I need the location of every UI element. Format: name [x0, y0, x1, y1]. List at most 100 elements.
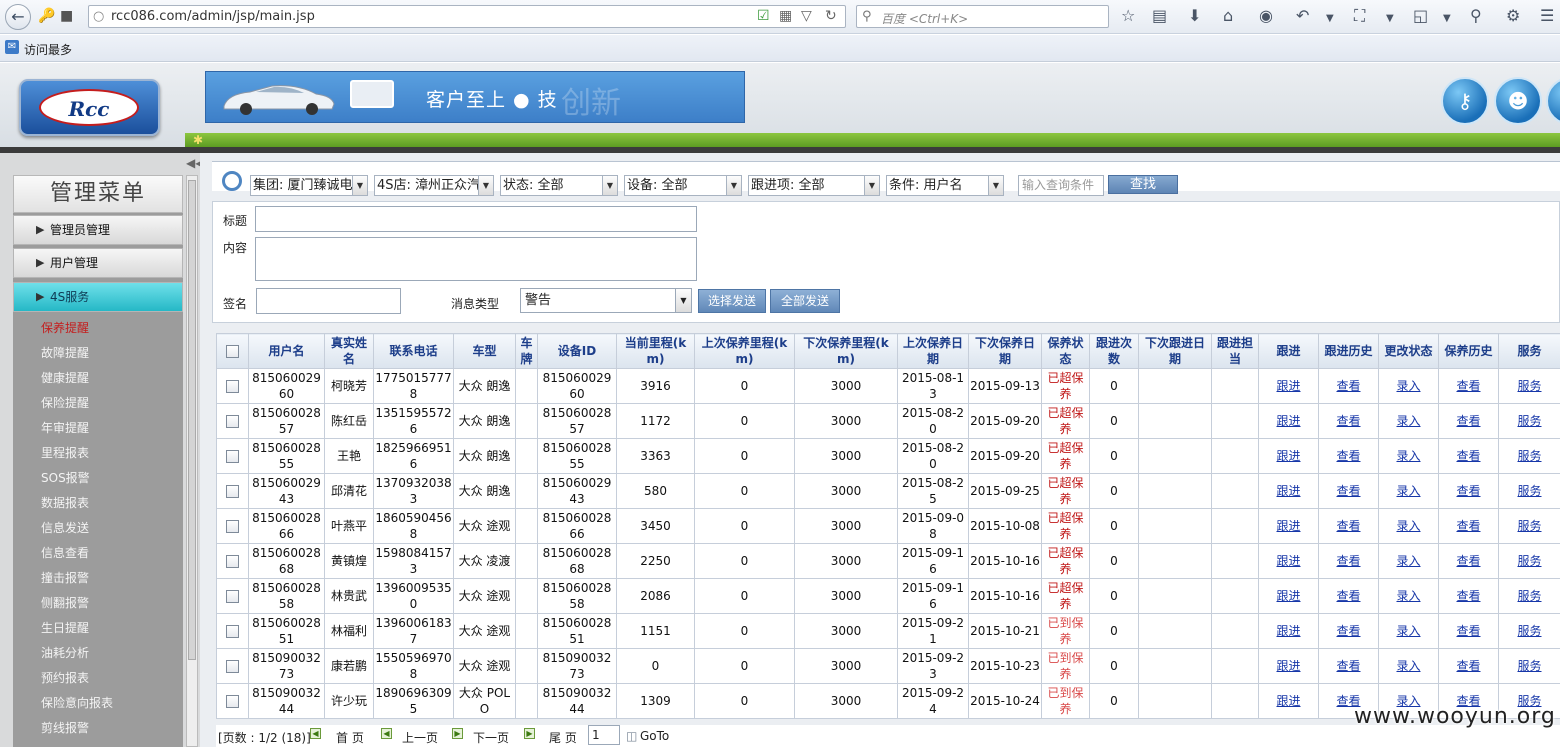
page-number-input[interactable]: 1 — [588, 725, 620, 745]
content-textarea[interactable] — [255, 237, 697, 281]
follow-history-link[interactable]: 查看 — [1336, 519, 1360, 533]
follow-history-link[interactable]: 查看 — [1336, 449, 1360, 463]
condition-select[interactable]: 条件: 用户名 ▼ — [886, 175, 1004, 196]
prev-page-link[interactable]: 上一页 — [402, 729, 438, 746]
follow-history-link[interactable]: 查看 — [1336, 379, 1360, 393]
follow-link[interactable]: 跟进 — [1276, 414, 1300, 428]
next-page-icon[interactable]: ▶ — [452, 728, 463, 739]
extra-button[interactable] — [1546, 77, 1560, 125]
row-checkbox[interactable] — [226, 695, 239, 708]
status-select[interactable]: 状态: 全部 ▼ — [500, 175, 618, 196]
row-select-cell[interactable] — [216, 508, 249, 544]
change-status-link[interactable]: 录入 — [1396, 414, 1420, 428]
row-checkbox[interactable] — [226, 415, 239, 428]
menu-item-wire-cut-alarm[interactable]: 剪线报警 — [41, 719, 89, 736]
follow-link[interactable]: 跟进 — [1276, 379, 1300, 393]
last-page-link[interactable]: 尾 页 — [549, 729, 577, 746]
menu-item-inspection-reminder[interactable]: 年审提醒 — [41, 419, 89, 436]
dropdown-icon[interactable]: ▽ — [801, 8, 812, 24]
message-type-select[interactable]: 警告 ▼ — [520, 288, 692, 313]
row-checkbox[interactable] — [226, 660, 239, 673]
bookmark-most-visited[interactable]: 访问最多 — [24, 41, 72, 58]
menu-item-health-reminder[interactable]: 健康提醒 — [41, 369, 89, 386]
change-status-link[interactable]: 录入 — [1396, 589, 1420, 603]
service-link[interactable]: 服务 — [1517, 659, 1541, 673]
comment-icon[interactable]: ⚲ — [1470, 7, 1482, 25]
back-button[interactable]: ← — [5, 4, 31, 30]
change-status-link[interactable]: 录入 — [1396, 379, 1420, 393]
menu-item-fuel-analysis[interactable]: 油耗分析 — [41, 644, 89, 661]
maint-history-link[interactable]: 查看 — [1456, 379, 1480, 393]
window-icon[interactable]: ◱ — [1413, 7, 1428, 25]
follow-history-link[interactable]: 查看 — [1336, 414, 1360, 428]
follow-history-link[interactable]: 查看 — [1336, 484, 1360, 498]
follow-link[interactable]: 跟进 — [1276, 484, 1300, 498]
menu-item-maintenance-reminder[interactable]: 保养提醒 — [41, 319, 89, 336]
service-link[interactable]: 服务 — [1517, 484, 1541, 498]
query-input[interactable]: 输入查询条件 — [1018, 175, 1104, 196]
menu-item-rollover-alarm[interactable]: 侧翻报警 — [41, 594, 89, 611]
sidebar-scrollbar[interactable] — [186, 175, 198, 747]
follow-item-select[interactable]: 跟进项: 全部 ▼ — [748, 175, 880, 196]
chevron-down-icon[interactable]: ▼ — [1386, 10, 1394, 28]
menu-item-view-message[interactable]: 信息查看 — [41, 544, 89, 561]
service-link[interactable]: 服务 — [1517, 589, 1541, 603]
service-link[interactable]: 服务 — [1517, 519, 1541, 533]
follow-history-link[interactable]: 查看 — [1336, 659, 1360, 673]
menu-item-collision-alarm[interactable]: 撞击报警 — [41, 569, 89, 586]
change-status-link[interactable]: 录入 — [1396, 519, 1420, 533]
send-all-button[interactable]: 全部发送 — [770, 289, 840, 313]
select-all-cell[interactable] — [216, 333, 249, 369]
change-status-link[interactable]: 录入 — [1396, 554, 1420, 568]
group-select[interactable]: 集团: 厦门臻诚电 ▼ — [250, 175, 368, 196]
row-select-cell[interactable] — [216, 403, 249, 439]
menu-item-booking-report[interactable]: 预约报表 — [41, 669, 89, 686]
service-link[interactable]: 服务 — [1517, 379, 1541, 393]
device-select[interactable]: 设备: 全部 ▼ — [624, 175, 742, 196]
menu-item-insurance-reminder[interactable]: 保险提醒 — [41, 394, 89, 411]
change-status-link[interactable]: 录入 — [1396, 659, 1420, 673]
rcc-logo[interactable]: Rcc — [19, 79, 160, 136]
row-checkbox[interactable] — [226, 590, 239, 603]
addon-icon[interactable]: ⚙ — [1506, 7, 1520, 25]
crop-icon[interactable]: ⛶ — [1354, 7, 1365, 25]
row-select-cell[interactable] — [216, 473, 249, 509]
undo-icon[interactable]: ↶ — [1296, 7, 1309, 25]
user-button[interactable]: ☻ — [1494, 77, 1542, 125]
follow-link[interactable]: 跟进 — [1276, 554, 1300, 568]
menu-item-fault-reminder[interactable]: 故障提醒 — [41, 344, 89, 361]
row-select-cell[interactable] — [216, 648, 249, 684]
service-link[interactable]: 服务 — [1517, 449, 1541, 463]
follow-link[interactable]: 跟进 — [1276, 694, 1300, 708]
clipboard-icon[interactable]: ▤ — [1152, 7, 1167, 25]
maint-history-link[interactable]: 查看 — [1456, 659, 1480, 673]
row-select-cell[interactable] — [216, 613, 249, 649]
last-page-icon[interactable]: ▶ — [524, 728, 535, 739]
first-page-link[interactable]: 首 页 — [336, 729, 364, 746]
menu-group-admin[interactable]: ▶ 管理员管理 — [13, 215, 183, 245]
maint-history-link[interactable]: 查看 — [1456, 519, 1480, 533]
row-select-cell[interactable] — [216, 368, 249, 404]
star-icon[interactable]: ☆ — [1121, 7, 1135, 25]
maint-history-link[interactable]: 查看 — [1456, 554, 1480, 568]
select-all-checkbox[interactable] — [226, 345, 239, 358]
search-box[interactable]: ⚲ 百度 <Ctrl+K> — [856, 5, 1109, 28]
menu-item-data-report[interactable]: 数据报表 — [41, 494, 89, 511]
maint-history-link[interactable]: 查看 — [1456, 414, 1480, 428]
chevron-down-icon[interactable]: ▼ — [1443, 10, 1451, 28]
menu-item-insurance-intent-report[interactable]: 保险意向报表 — [41, 694, 113, 711]
scrollbar-thumb[interactable] — [188, 180, 196, 660]
follow-history-link[interactable]: 查看 — [1336, 624, 1360, 638]
row-select-cell[interactable] — [216, 438, 249, 474]
maint-history-link[interactable]: 查看 — [1456, 484, 1480, 498]
menu-item-send-message[interactable]: 信息发送 — [41, 519, 89, 536]
row-checkbox[interactable] — [226, 555, 239, 568]
menu-icon[interactable]: ☰ — [1540, 7, 1554, 25]
row-select-cell[interactable] — [216, 578, 249, 614]
send-selected-button[interactable]: 选择发送 — [698, 289, 766, 313]
change-status-link[interactable]: 录入 — [1396, 624, 1420, 638]
chat-icon[interactable]: ◉ — [1259, 7, 1273, 25]
row-checkbox[interactable] — [226, 380, 239, 393]
download-icon[interactable]: ⬇ — [1188, 7, 1201, 25]
home-icon[interactable]: ⌂ — [1223, 7, 1233, 25]
